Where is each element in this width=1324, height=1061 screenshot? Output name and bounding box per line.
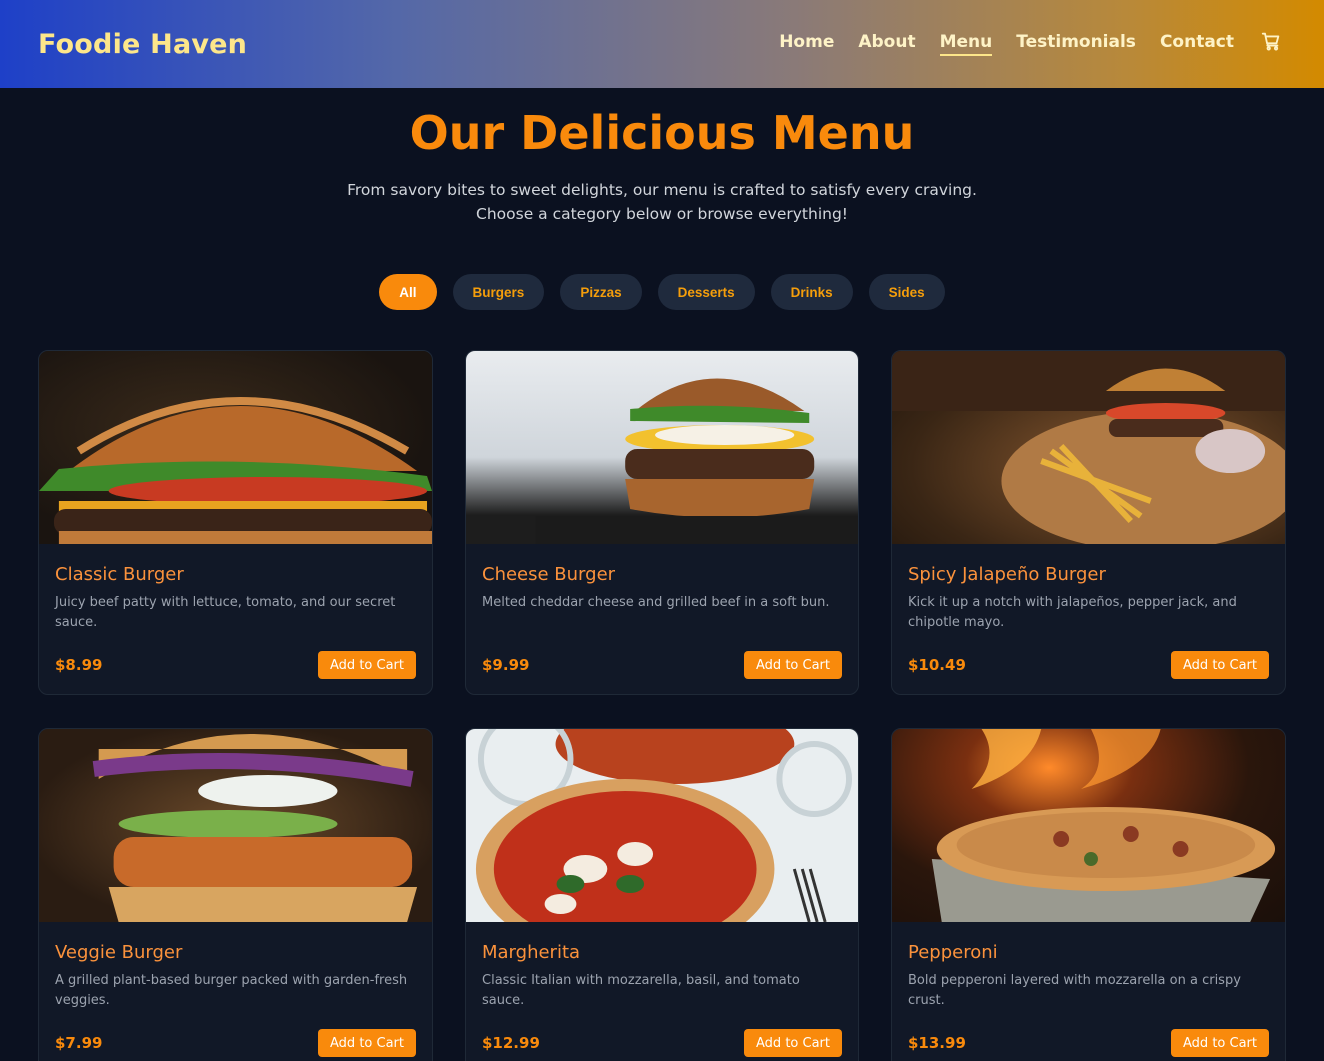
site-header: Foodie Haven Home About Menu Testimonial… xyxy=(0,0,1324,88)
item-description: A grilled plant-based burger packed with… xyxy=(55,973,408,1008)
item-description: Juicy beef patty with lettuce, tomato, a… xyxy=(55,595,396,630)
item-price: $9.99 xyxy=(482,656,530,674)
menu-card: Classic Burger Juicy beef patty with let… xyxy=(38,350,433,695)
item-price: $8.99 xyxy=(55,656,103,674)
filter-sides[interactable]: Sides xyxy=(868,274,945,310)
item-name: Veggie Burger xyxy=(55,942,183,963)
item-price: $13.99 xyxy=(908,1034,966,1052)
main-nav: Home About Menu Testimonials Contact xyxy=(779,32,1286,56)
menu-card: Pepperoni Bold pepperoni layered with mo… xyxy=(891,728,1286,1061)
category-filters: All Burgers Pizzas Desserts Drinks Sides xyxy=(0,274,1324,310)
add-to-cart-button[interactable]: Add to Cart xyxy=(1171,1029,1269,1057)
nav-contact[interactable]: Contact xyxy=(1160,32,1234,56)
add-to-cart-button[interactable]: Add to Cart xyxy=(744,651,842,679)
add-to-cart-button[interactable]: Add to Cart xyxy=(318,651,416,679)
menu-card: Cheese Burger Melted cheddar cheese and … xyxy=(465,350,859,695)
brand-logo[interactable]: Foodie Haven xyxy=(38,29,247,60)
item-description: Bold pepperoni layered with mozzarella o… xyxy=(908,973,1241,1008)
menu-card: Margherita Classic Italian with mozzarel… xyxy=(465,728,859,1061)
item-price: $7.99 xyxy=(55,1034,103,1052)
page-title: Our Delicious Menu xyxy=(409,106,915,160)
item-description: Classic Italian with mozzarella, basil, … xyxy=(482,973,800,1008)
veggie-burger-image xyxy=(39,729,432,922)
filter-pizzas[interactable]: Pizzas xyxy=(560,274,642,310)
cheese-burger-image xyxy=(466,351,858,544)
nav-testimonials[interactable]: Testimonials xyxy=(1016,32,1136,56)
item-price: $10.49 xyxy=(908,656,966,674)
classic-burger-image xyxy=(39,351,432,544)
nav-home[interactable]: Home xyxy=(779,32,834,56)
add-to-cart-button[interactable]: Add to Cart xyxy=(1171,651,1269,679)
item-price: $12.99 xyxy=(482,1034,540,1052)
item-description: Melted cheddar cheese and grilled beef i… xyxy=(482,595,830,610)
margherita-image xyxy=(466,729,858,922)
add-to-cart-button[interactable]: Add to Cart xyxy=(744,1029,842,1057)
filter-drinks[interactable]: Drinks xyxy=(770,274,853,310)
item-name: Margherita xyxy=(482,942,581,963)
menu-card: Veggie Burger A grilled plant-based burg… xyxy=(38,728,433,1061)
page-subtitle: From savory bites to sweet delights, our… xyxy=(347,181,977,223)
filter-desserts[interactable]: Desserts xyxy=(657,274,755,310)
pepperoni-image xyxy=(892,729,1285,922)
item-name: Cheese Burger xyxy=(482,564,616,585)
filter-burgers[interactable]: Burgers xyxy=(452,274,545,310)
item-description: Kick it up a notch with jalapeños, peppe… xyxy=(908,595,1237,630)
menu-card: Spicy Jalapeño Burger Kick it up a notch… xyxy=(891,350,1286,695)
add-to-cart-button[interactable]: Add to Cart xyxy=(318,1029,416,1057)
shopping-cart-icon[interactable] xyxy=(1260,30,1282,52)
nav-menu[interactable]: Menu xyxy=(939,32,993,56)
filter-all[interactable]: All xyxy=(379,274,437,310)
nav-about[interactable]: About xyxy=(858,32,915,56)
item-name: Pepperoni xyxy=(908,942,998,963)
item-name: Spicy Jalapeño Burger xyxy=(908,564,1106,585)
item-name: Classic Burger xyxy=(55,564,184,585)
spicy-jalapeno-burger-image xyxy=(892,351,1285,544)
menu-grid: Classic Burger Juicy beef patty with let… xyxy=(38,350,1286,1061)
